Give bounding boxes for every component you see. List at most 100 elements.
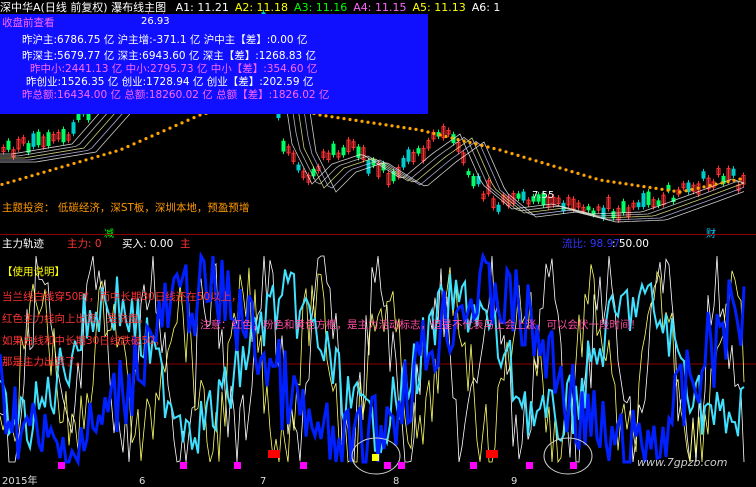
candle-body xyxy=(31,133,36,147)
activity-marker-1 xyxy=(58,462,65,469)
chart-title: 深中华A(日线 前复权) 瀑布线主图 xyxy=(0,1,167,14)
fund-flow-panel: 收盘前查看 昨沪主:6786.75 亿 沪主增:-371.1 亿 沪中主【差】:… xyxy=(0,14,428,114)
ma-dot xyxy=(42,170,46,174)
info-line-1: 昨沪主:6786.75 亿 沪主增:-371.1 亿 沪中主【差】:0.00 亿 xyxy=(22,34,308,46)
ma-dot xyxy=(462,139,466,143)
usage-line-2: 红色主力线向上出货，是洗盘。 xyxy=(2,313,149,325)
candle-body xyxy=(636,202,641,208)
candle-body xyxy=(331,143,336,156)
ma-dot xyxy=(600,178,604,182)
readout-3: A3: 11.16 xyxy=(294,1,348,14)
ma-dot xyxy=(54,167,58,171)
ma-dot xyxy=(630,183,634,187)
candle-body xyxy=(621,201,626,214)
candle-body xyxy=(366,160,371,174)
candle-body xyxy=(466,171,471,176)
ma-dot xyxy=(612,180,616,184)
ma-dot xyxy=(558,166,562,170)
black-panel xyxy=(428,0,756,112)
ma-dot xyxy=(324,114,328,118)
ma-dot xyxy=(396,125,400,129)
ma-dot xyxy=(84,158,88,162)
axis-label-7: 7 xyxy=(260,476,267,487)
ma-dot xyxy=(582,173,586,177)
info-heading: 收盘前查看 xyxy=(2,17,55,29)
ma-dot xyxy=(354,118,358,122)
usage-line-1: 当兰线白线穿50时，而中长期30日线还在50以上， xyxy=(2,291,242,303)
ma-dot xyxy=(654,186,658,190)
ma-dot xyxy=(96,154,100,159)
ma-dot xyxy=(174,123,178,128)
ma-dot xyxy=(534,159,538,163)
activity-marker-5 xyxy=(384,462,391,469)
ma-dot xyxy=(420,128,424,133)
candle-body xyxy=(341,147,346,156)
ma-dot xyxy=(528,157,532,161)
ma-dot xyxy=(66,163,70,167)
red-box-2 xyxy=(486,450,498,458)
blue-line xyxy=(0,252,746,468)
ma-dot xyxy=(390,124,394,128)
ma-dot xyxy=(648,185,652,190)
readout-1: A1: 11.21 xyxy=(175,1,229,14)
ma-dot xyxy=(474,142,478,146)
ma-dot xyxy=(720,181,724,185)
price-low-label: 7.55 xyxy=(532,190,555,201)
ma-dot xyxy=(468,140,472,145)
ma-dot xyxy=(330,115,334,119)
candle-body xyxy=(36,131,41,146)
ma-dot xyxy=(12,179,16,183)
ma-dot xyxy=(24,175,28,180)
ma-dot xyxy=(438,133,442,137)
indicator-readouts: A1: 11.21 A2: 11.18 A3: 11.16 A4: 11.15 A5: … xyxy=(176,1,507,14)
ma-dot xyxy=(48,168,52,173)
candle-body xyxy=(401,157,406,168)
ma-dot xyxy=(666,188,670,192)
candle-body xyxy=(416,148,421,154)
ma-dot xyxy=(492,146,496,151)
ma-dot xyxy=(108,151,112,155)
ma-dot xyxy=(606,179,610,183)
ma-dot xyxy=(144,137,148,141)
ma-dot xyxy=(564,168,568,172)
ma-dot xyxy=(90,156,94,160)
ma-dot xyxy=(114,149,118,153)
ma-dot xyxy=(36,172,40,176)
ma-dot xyxy=(738,177,742,181)
ma-dot xyxy=(702,185,706,189)
ma-dot xyxy=(432,131,436,136)
info-line-5: 昨总额:16434.00 亿 总额:18260.02 亿 总额【差】:1826.… xyxy=(22,89,330,101)
usage-heading: 【使用说明】 xyxy=(2,266,65,278)
zhu-label: 主 xyxy=(180,238,191,250)
ma-dot xyxy=(408,126,412,131)
indicator-name: 主力轨迹 xyxy=(2,238,44,250)
red-box-1 xyxy=(268,450,280,458)
candle-body xyxy=(701,171,706,179)
time-axis: 2015年 6 7 8 9 xyxy=(0,476,756,487)
readout-2: A2: 11.18 xyxy=(234,1,289,14)
ma-dot xyxy=(360,119,364,123)
ma-dot xyxy=(378,122,382,126)
ma-dot xyxy=(30,174,34,178)
ma-dot xyxy=(72,161,76,166)
activity-marker-7 xyxy=(470,462,477,469)
ma-dot xyxy=(660,187,664,191)
ma-dot xyxy=(486,145,490,149)
axis-label-9: 9 xyxy=(511,476,518,487)
price-high-label: 26.93 xyxy=(141,16,170,27)
ma-dot xyxy=(678,190,682,194)
ma-dot xyxy=(642,185,646,189)
mairu-value: 买入: 0.00 xyxy=(122,238,174,250)
ma-dot xyxy=(402,126,406,130)
candle-body xyxy=(406,149,411,162)
candle-body xyxy=(296,164,301,171)
readout-4: A4: 11.15 xyxy=(353,1,407,14)
ma-dot xyxy=(78,160,82,164)
candle-body xyxy=(496,204,501,212)
ma-dot xyxy=(192,116,196,120)
ma-dot xyxy=(348,117,352,122)
ma-dot xyxy=(522,155,526,159)
ma-dot xyxy=(450,136,454,140)
indicator-chart xyxy=(0,252,756,475)
ma-dot xyxy=(126,144,130,149)
